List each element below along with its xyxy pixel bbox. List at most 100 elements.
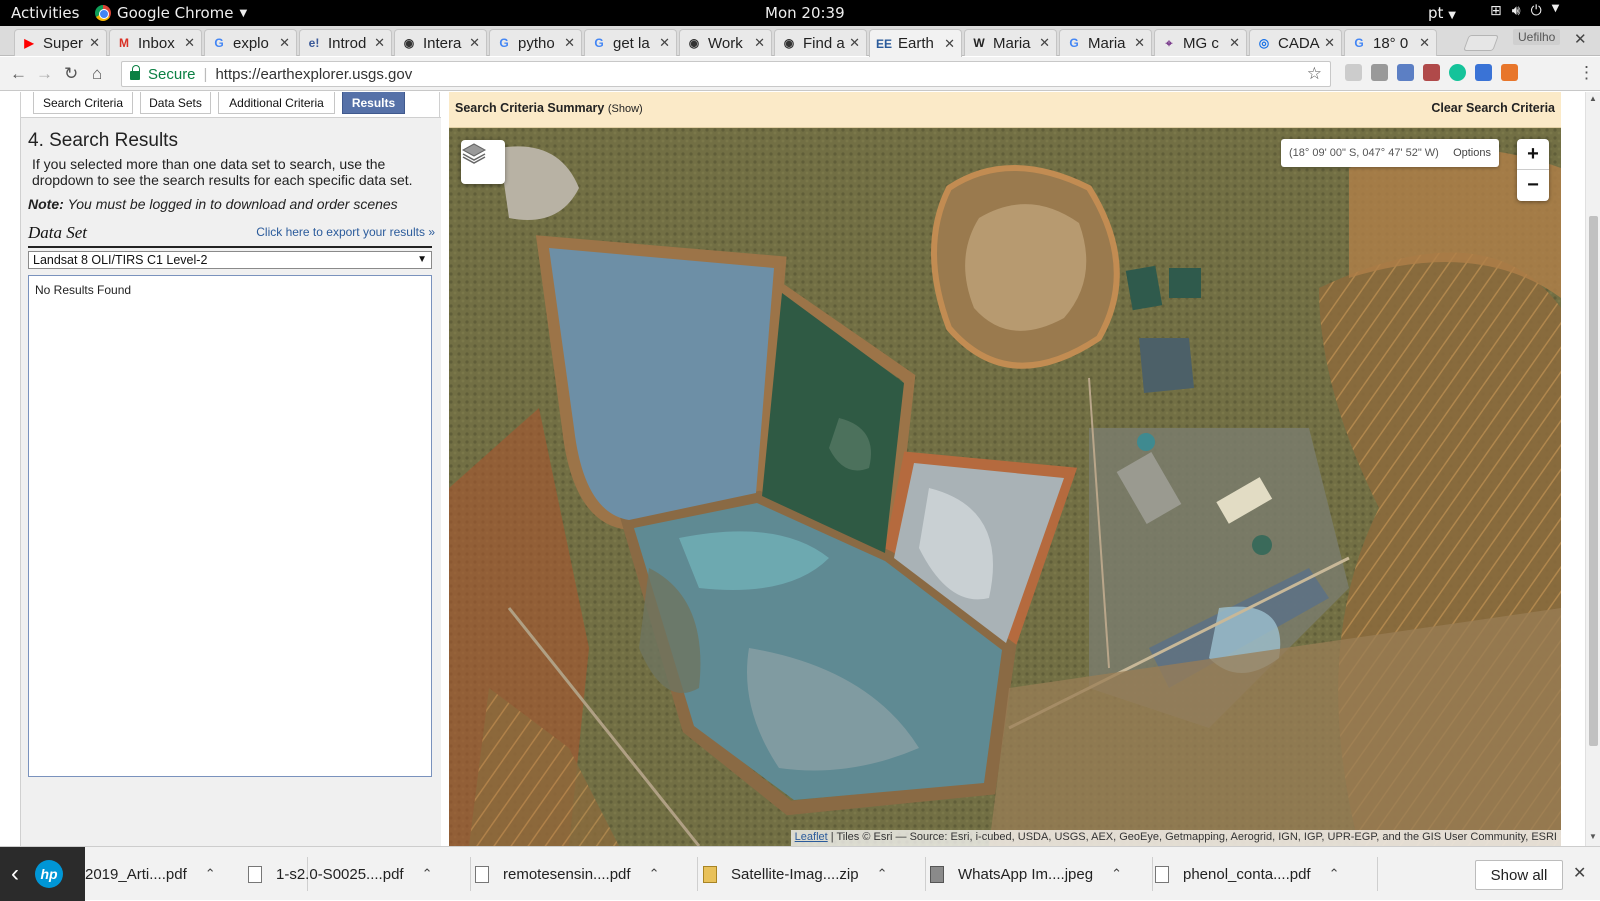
close-tab-icon[interactable]: ✕ [1324, 35, 1335, 51]
language-indicator[interactable]: pt ▼ [1428, 4, 1456, 22]
chevron-up-icon[interactable]: ⌃ [1329, 866, 1340, 882]
chevron-down-icon: ▼ [1551, 3, 1560, 14]
chevron-up-icon[interactable]: ⌃ [877, 866, 888, 882]
close-tab-icon[interactable]: ✕ [849, 35, 860, 51]
download-item[interactable]: WhatsApp Im....jpeg ⌃ [930, 847, 1122, 901]
coordinates-display: (18° 09' 00" S, 047° 47' 52" W) Options [1281, 139, 1499, 167]
chevron-up-icon[interactable]: ⌃ [649, 866, 660, 882]
dataset-label: Data Set [28, 223, 88, 242]
divider [28, 246, 432, 248]
scrollbar-thumb[interactable] [1589, 216, 1598, 746]
browser-tab[interactable]: W Maria ✕ [964, 29, 1057, 56]
google-icon: G [214, 36, 224, 50]
show-summary-link[interactable]: (Show) [608, 103, 643, 115]
browser-tab[interactable]: Gpytho ✕ [489, 29, 582, 56]
download-item[interactable]: Satellite-Imag....zip ⌃ [703, 847, 887, 901]
chevron-up-icon[interactable]: ⌃ [205, 866, 216, 882]
taskbar-back[interactable]: ‹ hp [0, 847, 85, 901]
page-scrollbar[interactable]: ▲ ▼ [1585, 92, 1600, 846]
browser-tab[interactable]: M Inbox ✕ [109, 29, 202, 56]
system-tray[interactable]: ⊞ 🔊︎ ⏻ ▼ [1490, 3, 1559, 19]
home-icon[interactable]: ⌂ [92, 64, 102, 84]
scroll-down-icon[interactable]: ▼ [1589, 832, 1597, 841]
close-tab-icon[interactable]: ✕ [1229, 35, 1240, 51]
tab-title: Inbox [138, 34, 175, 52]
browser-tab[interactable]: EE Earth ✕ [869, 29, 962, 57]
tab-results[interactable]: Results [342, 92, 405, 114]
tab-title: Introd [328, 34, 367, 52]
leaflet-link[interactable]: Leaflet [795, 831, 828, 843]
browser-tab[interactable]: ◉ Intera ✕ [394, 29, 487, 56]
chevron-up-icon[interactable]: ⌃ [1111, 866, 1122, 882]
window-close-icon[interactable]: ✕ [1574, 30, 1587, 48]
tab-data-sets[interactable]: Data Sets [140, 92, 211, 114]
download-item[interactable]: 2019_Arti....pdf ⌃ [85, 847, 216, 901]
browser-tab[interactable]: G 18° 0 ✕ [1344, 29, 1437, 56]
tab-title: Intera [423, 34, 462, 52]
dataset-select[interactable]: Landsat 8 OLI/TIRS C1 Level-2 ▼ [28, 251, 432, 269]
tab-additional-criteria[interactable]: Additional Criteria [218, 92, 335, 114]
download-item[interactable]: phenol_conta....pdf ⌃ [1155, 847, 1340, 901]
close-tab-icon[interactable]: ✕ [1419, 35, 1430, 51]
results-list[interactable]: No Results Found [28, 275, 432, 777]
bookmark-star-icon[interactable]: ☆ [1307, 64, 1322, 84]
chrome-menu-icon[interactable]: ⋮ [1578, 63, 1595, 83]
scroll-up-icon[interactable]: ▲ [1589, 94, 1597, 103]
layers-button[interactable] [461, 140, 505, 184]
export-results-link[interactable]: Click here to export your results » [256, 225, 435, 239]
app-menu[interactable]: Google Chrome ▼ [95, 4, 247, 22]
address-bar[interactable]: Secure | https://earthexplorer.usgs.gov … [121, 61, 1331, 87]
chevron-up-icon[interactable]: ⌃ [422, 866, 433, 882]
extension-icon[interactable] [1501, 64, 1518, 81]
browser-tab[interactable]: G Maria ✕ [1059, 29, 1152, 56]
extension-icon[interactable] [1345, 64, 1362, 81]
chrome-icon [95, 5, 111, 21]
back-icon[interactable]: ← [10, 64, 27, 84]
browser-tab[interactable]: ◉ Find a ✕ [774, 29, 867, 56]
zip-file-icon [703, 865, 717, 883]
close-tab-icon[interactable]: ✕ [1134, 35, 1145, 51]
close-tab-icon[interactable]: ✕ [374, 35, 385, 51]
map-options-link[interactable]: Options [1453, 147, 1491, 159]
download-item[interactable]: remotesensin....pdf ⌃ [475, 847, 659, 901]
close-tab-icon[interactable]: ✕ [659, 35, 670, 51]
tab-search-criteria[interactable]: Search Criteria [33, 92, 133, 114]
close-tab-icon[interactable]: ✕ [564, 35, 575, 51]
close-tab-icon[interactable]: ✕ [279, 35, 290, 51]
browser-tab[interactable]: ▶ Super ✕ [14, 29, 107, 56]
download-separator [697, 857, 698, 891]
extension-icon[interactable] [1475, 64, 1492, 81]
close-tab-icon[interactable]: ✕ [89, 35, 100, 51]
close-tab-icon[interactable]: ✕ [1039, 35, 1050, 51]
clear-search-criteria-button[interactable]: Clear Search Criteria [1431, 101, 1555, 115]
profile-button[interactable]: Uefilho [1513, 29, 1561, 45]
zoom-in-button[interactable]: + [1517, 139, 1549, 170]
browser-tab[interactable]: Gget la ✕ [584, 29, 677, 56]
download-item[interactable]: 1-s2.0-S0025....pdf ⌃ [248, 847, 433, 901]
close-tab-icon[interactable]: ✕ [184, 35, 195, 51]
close-shelf-icon[interactable]: ✕ [1573, 863, 1586, 883]
extension-icon[interactable] [1371, 64, 1388, 81]
close-tab-icon[interactable]: ✕ [944, 36, 955, 52]
extension-icon[interactable] [1423, 64, 1440, 81]
show-all-downloads-button[interactable]: Show all [1475, 860, 1563, 890]
globe-icon: ◉ [688, 36, 700, 50]
grammarly-icon[interactable] [1449, 64, 1466, 81]
close-tab-icon[interactable]: ✕ [469, 35, 480, 51]
browser-tab[interactable]: Gexplo ✕ [204, 29, 297, 56]
google-icon: G [1354, 36, 1364, 50]
close-tab-icon[interactable]: ✕ [754, 35, 765, 51]
browser-tab[interactable]: ◉ Work ✕ [679, 29, 772, 56]
forward-icon[interactable]: → [36, 64, 53, 84]
satellite-map[interactable]: (18° 09' 00" S, 047° 47' 52" W) Options … [449, 128, 1561, 846]
new-tab-button[interactable] [1463, 35, 1499, 51]
browser-tab[interactable]: ◎ CADA ✕ [1249, 29, 1342, 56]
clock[interactable]: Mon 20:39 [765, 4, 845, 22]
browser-tab[interactable]: ⌖ MG c ✕ [1154, 29, 1247, 56]
note-text: You must be logged in to download and or… [67, 196, 398, 212]
activities-button[interactable]: Activities [11, 4, 79, 22]
zoom-out-button[interactable]: − [1517, 170, 1549, 201]
browser-tab[interactable]: e! Introd ✕ [299, 29, 392, 56]
reload-icon[interactable]: ↻ [64, 64, 78, 84]
extension-icon[interactable] [1397, 64, 1414, 81]
